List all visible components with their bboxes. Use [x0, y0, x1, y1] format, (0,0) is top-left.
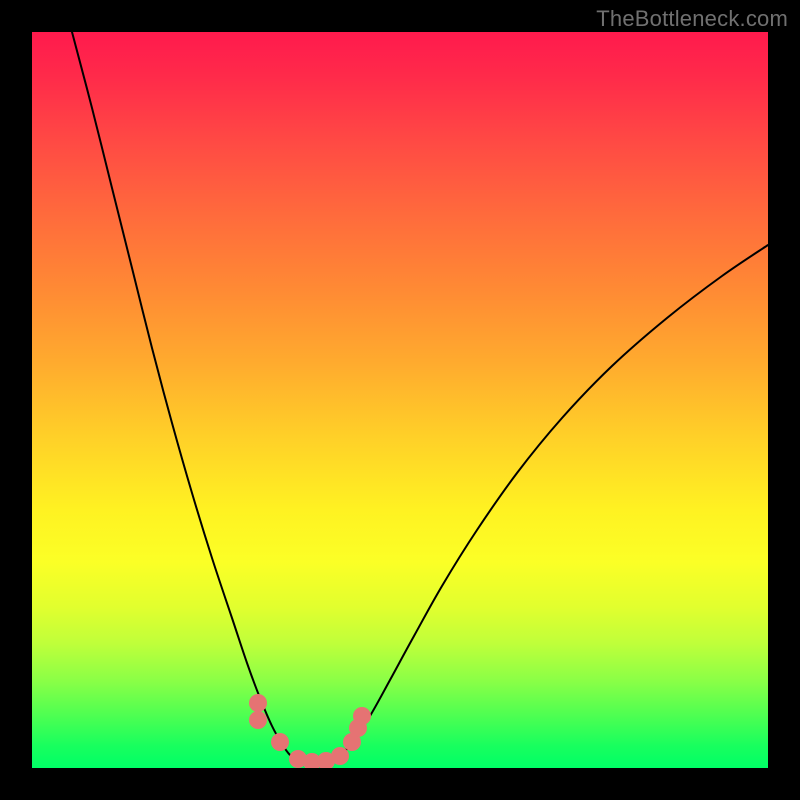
plot-area: [32, 32, 768, 768]
marker-dot: [271, 733, 289, 751]
marker-dot: [353, 707, 371, 725]
marker-dot: [249, 711, 267, 729]
chart-svg: [32, 32, 768, 768]
chart-frame: TheBottleneck.com: [0, 0, 800, 800]
curve-left-branch: [72, 32, 298, 760]
watermark-text: TheBottleneck.com: [596, 6, 788, 32]
marker-dot: [249, 694, 267, 712]
marker-dot: [331, 747, 349, 765]
curve-right-branch: [332, 245, 768, 760]
